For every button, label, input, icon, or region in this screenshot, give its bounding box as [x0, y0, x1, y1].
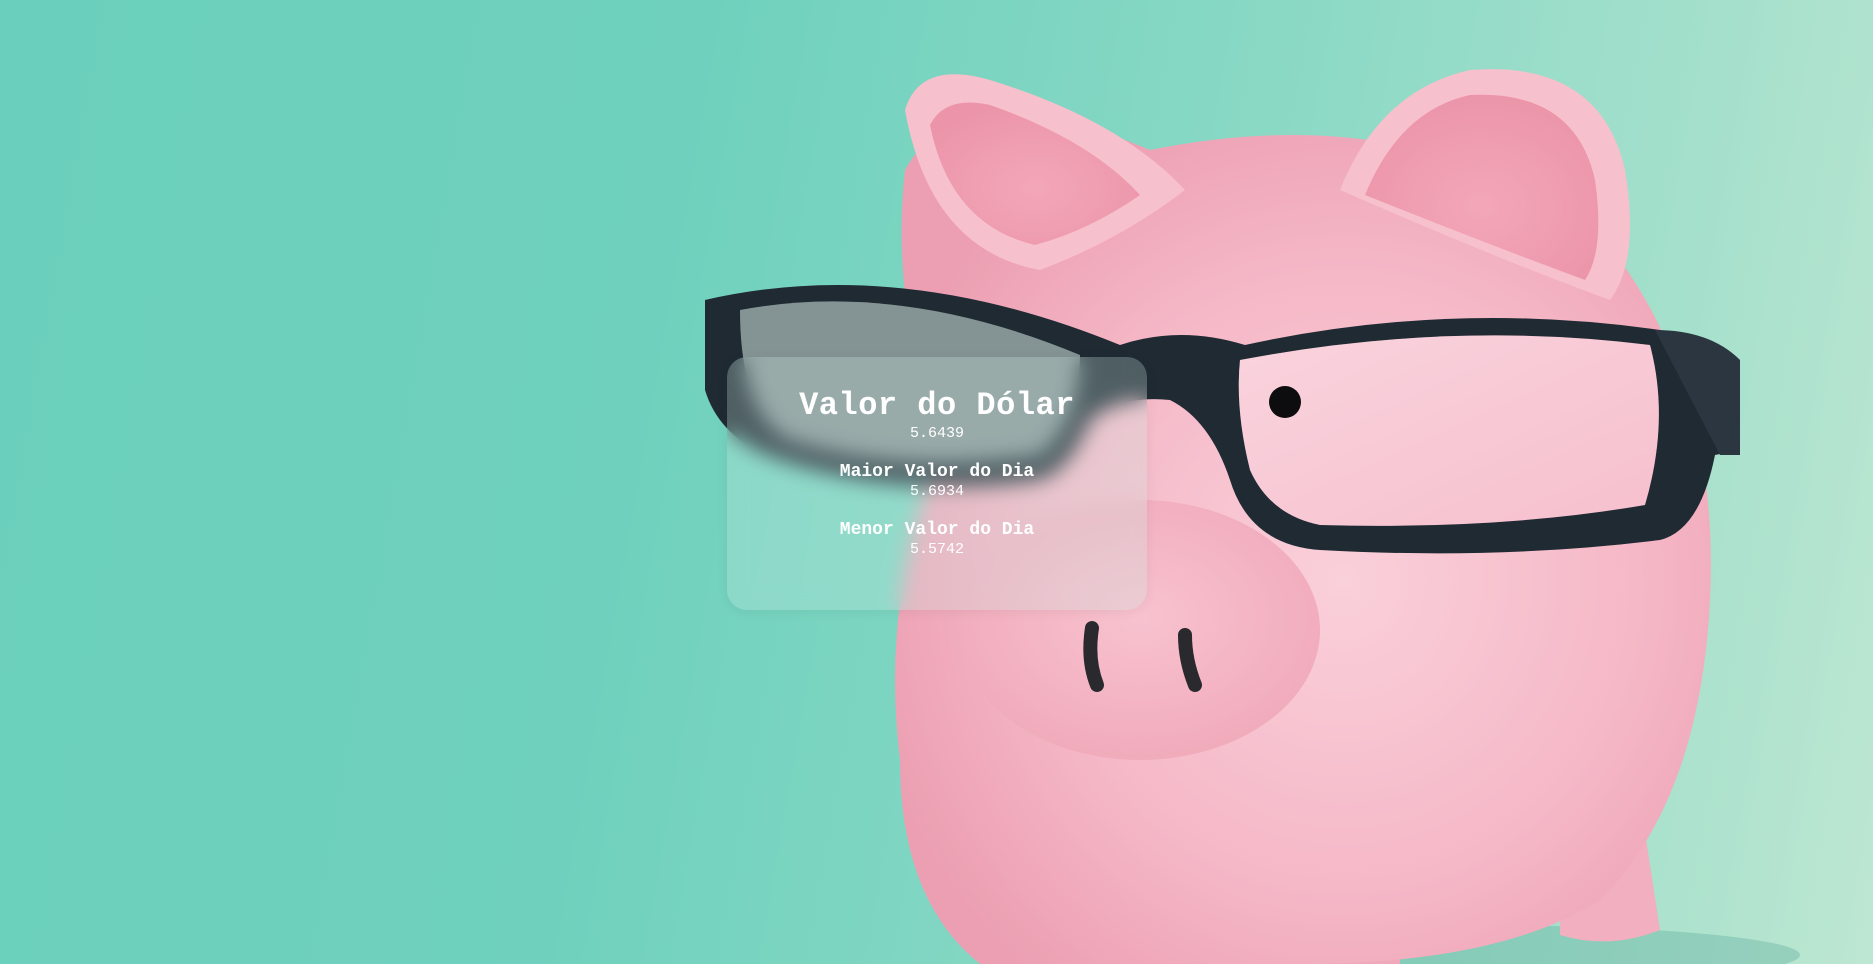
high-value-block: Maior Valor do Dia 5.6934 [727, 461, 1147, 501]
low-value-block: Menor Valor do Dia 5.5742 [727, 519, 1147, 559]
low-value-label: Menor Valor do Dia [839, 520, 1035, 540]
card-title: Valor do Dólar [799, 387, 1075, 424]
high-value-label: Maior Valor do Dia [839, 462, 1035, 482]
high-value: 5.6934 [909, 483, 964, 500]
low-value: 5.5742 [909, 541, 964, 558]
dollar-rate-card: Valor do Dólar 5.6439 Maior Valor do Dia… [727, 357, 1147, 610]
current-value: 5.6439 [909, 425, 964, 442]
